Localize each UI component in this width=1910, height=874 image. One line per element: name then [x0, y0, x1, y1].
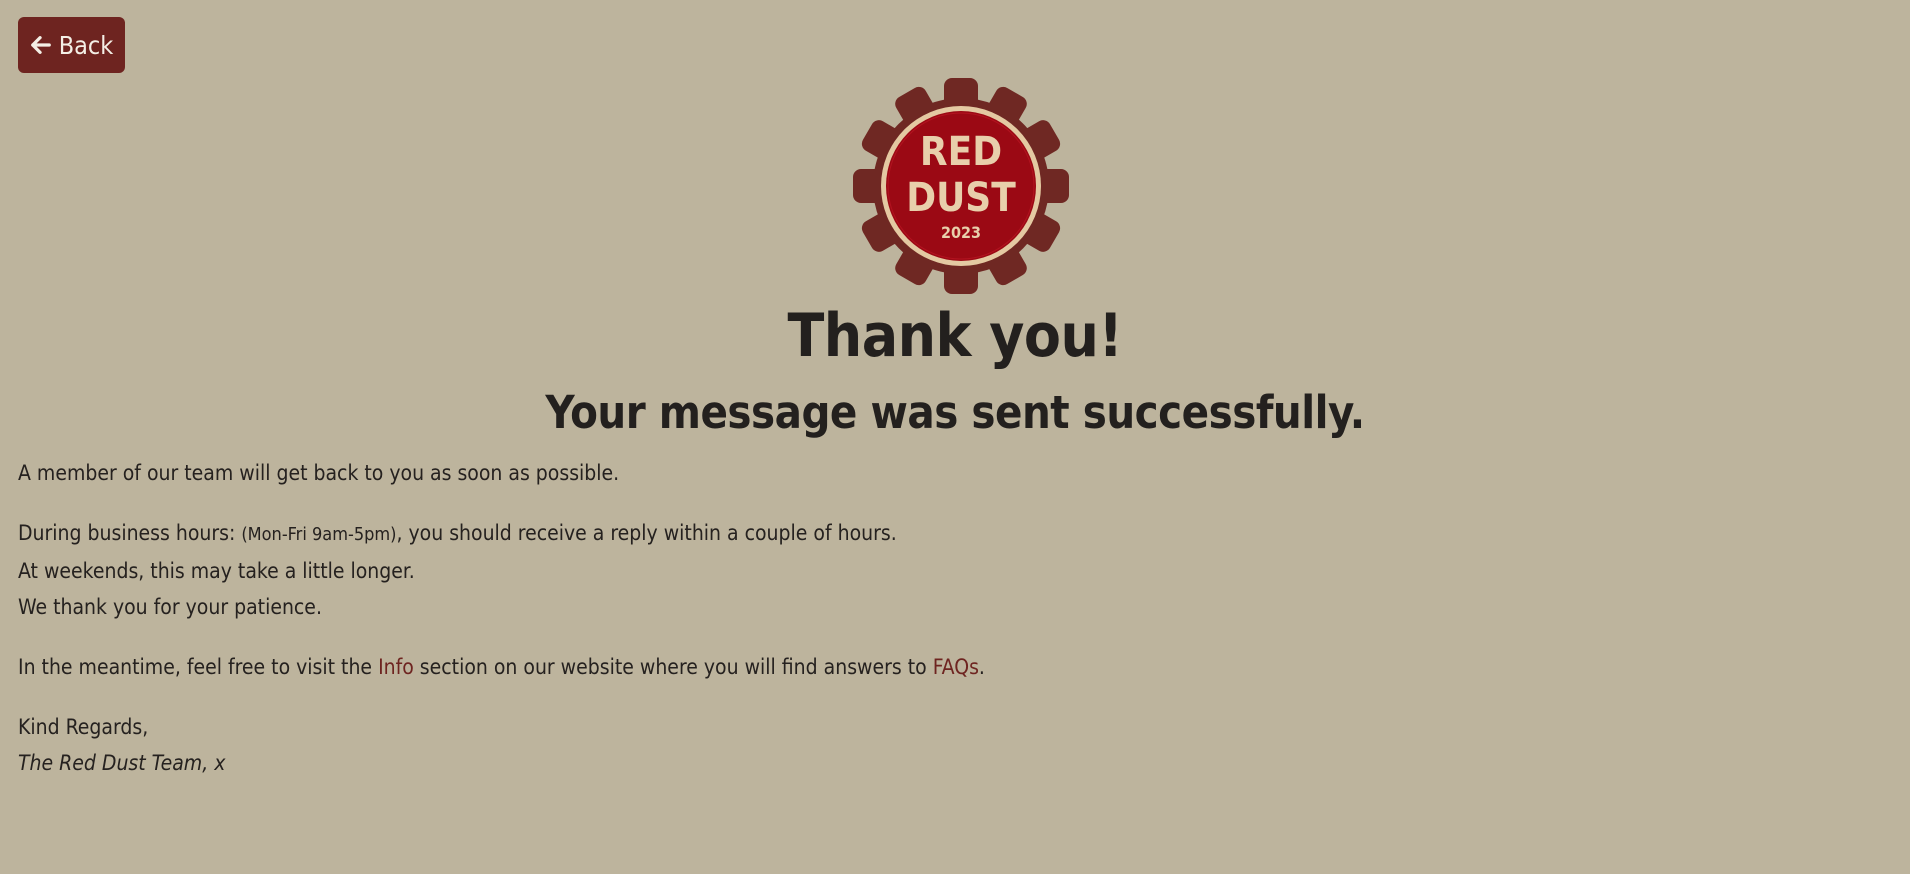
meantime-prefix: In the meantime, feel free to visit the — [18, 655, 379, 679]
message-content: A member of our team will get back to yo… — [18, 455, 1888, 805]
success-subtitle: Your message was sent successfully. — [545, 386, 1365, 439]
business-hours-suffix: , you should receive a reply within a co… — [396, 521, 897, 545]
logo-text-year: 2023 — [941, 223, 981, 242]
logo-text-red: RED — [920, 129, 1002, 175]
faqs-link[interactable]: FAQs — [933, 655, 979, 679]
meantime-middle: section on our website where you will fi… — [413, 655, 933, 679]
weekends-note: At weekends, this may take a little long… — [18, 559, 415, 583]
business-hours-paragraph: During business hours: (Mon-Fri 9am-5pm)… — [18, 515, 1888, 625]
signature-text: The Red Dust Team, x — [18, 751, 226, 775]
business-hours-range: (Mon-Fri 9am-5pm) — [241, 524, 397, 545]
regards-text: Kind Regards, — [18, 715, 149, 739]
meantime-suffix: . — [978, 655, 985, 679]
business-hours-prefix: During business hours: — [18, 521, 242, 545]
red-dust-logo: RED DUST 2023 — [853, 78, 1069, 294]
page-title: Thank you! — [787, 301, 1123, 371]
meantime-paragraph: In the meantime, feel free to visit the … — [18, 649, 1888, 685]
info-link[interactable]: Info — [378, 655, 414, 679]
arrow-left-icon — [30, 36, 51, 54]
logo-text-dust: DUST — [906, 175, 1016, 221]
back-button[interactable]: Back — [18, 17, 125, 73]
patience-note: We thank you for your patience. — [18, 595, 322, 619]
signature-block: Kind Regards, The Red Dust Team, x — [18, 709, 1888, 781]
back-button-label: Back — [58, 30, 114, 60]
response-note: A member of our team will get back to yo… — [18, 461, 620, 485]
